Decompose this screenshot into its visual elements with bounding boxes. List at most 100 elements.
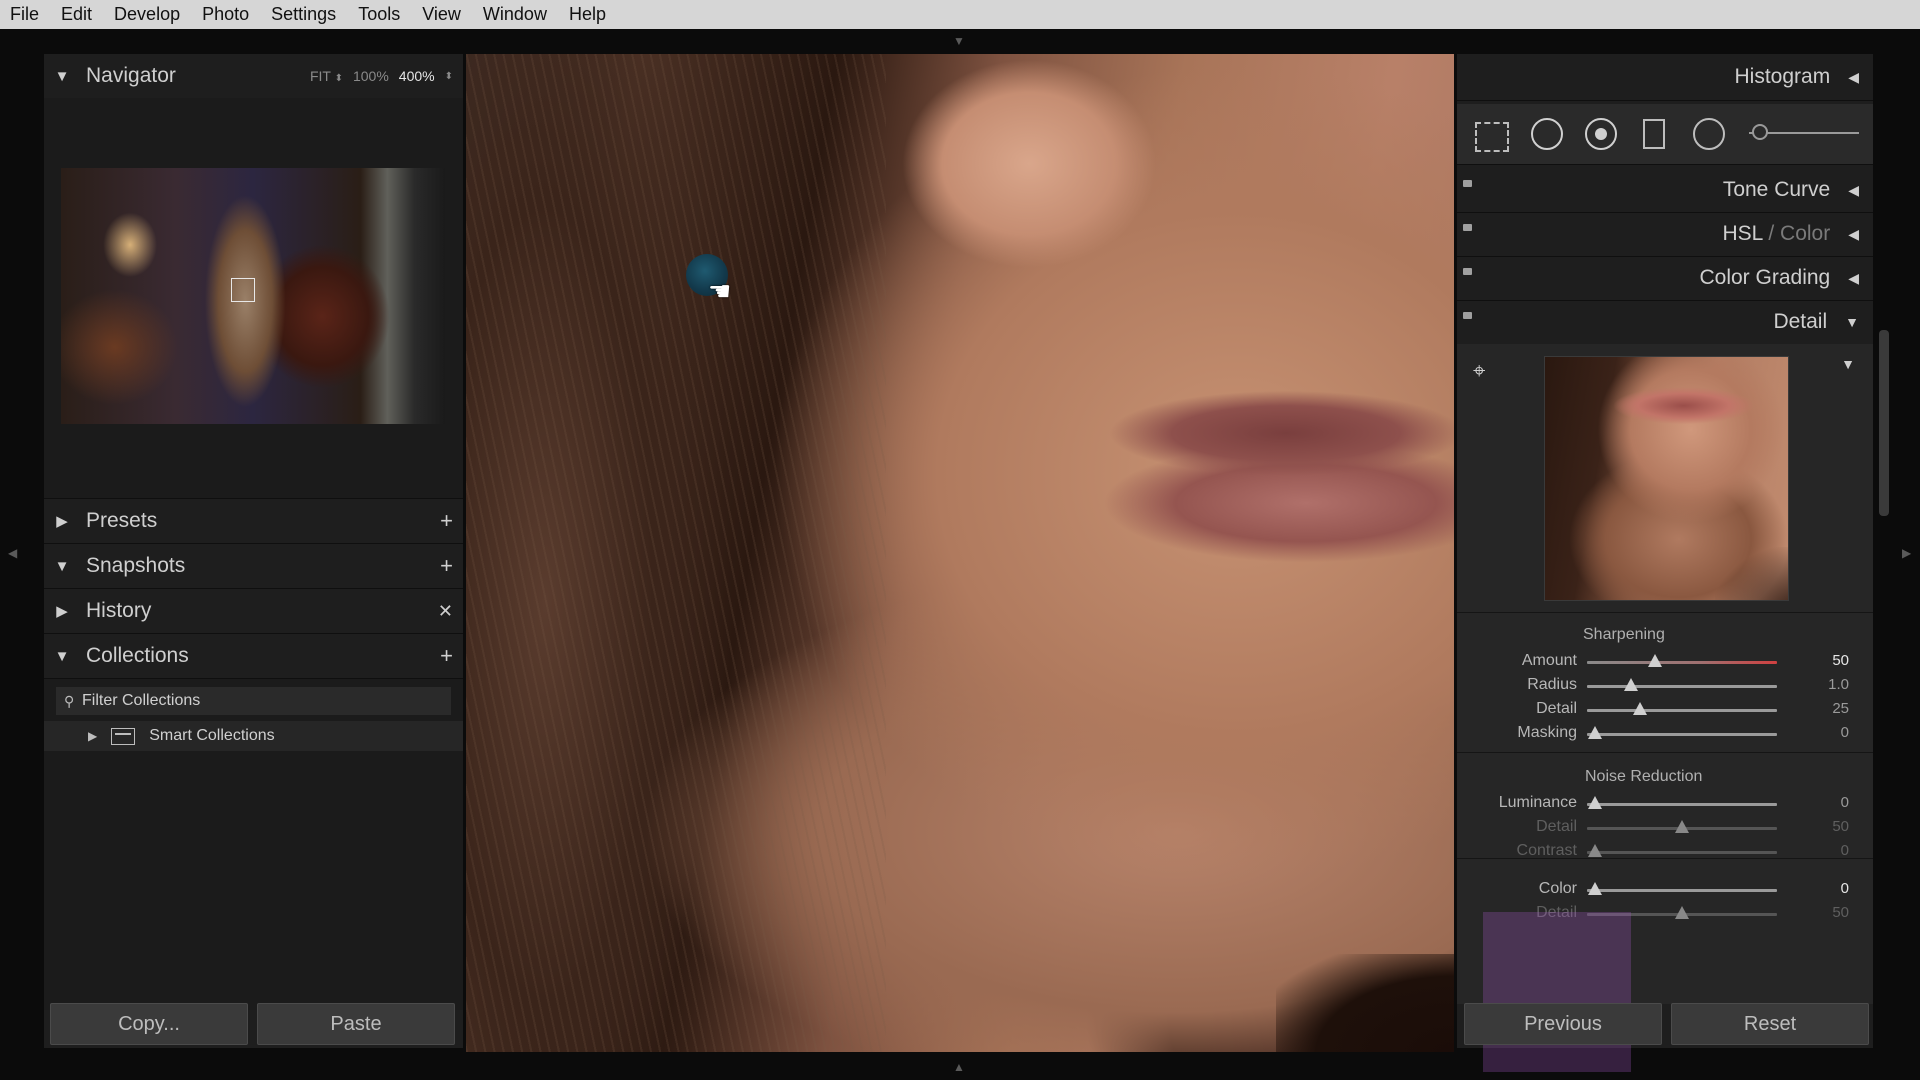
slider-value[interactable]: 0 bbox=[1841, 794, 1849, 811]
search-icon: ⚲ bbox=[64, 692, 75, 709]
previous-button[interactable]: Previous bbox=[1464, 1003, 1662, 1045]
left-panel: ▼ Navigator FIT ⬍ 100% 400% ⬍ ▶ Presets … bbox=[44, 54, 463, 1048]
main-photo-view[interactable]: ☚ bbox=[466, 54, 1454, 1052]
collapse-triangle-icon[interactable]: ▼ bbox=[54, 558, 70, 575]
expand-arrow-icon[interactable]: ▼ bbox=[1845, 314, 1859, 330]
bottom-panel-toggle-icon[interactable]: ▲ bbox=[953, 1060, 965, 1074]
menu-help[interactable]: Help bbox=[558, 0, 617, 29]
add-snapshot-icon[interactable]: + bbox=[440, 553, 453, 579]
menu-edit[interactable]: Edit bbox=[50, 0, 103, 29]
slider-knob[interactable] bbox=[1587, 796, 1602, 809]
zoom-100[interactable]: 100% bbox=[353, 68, 389, 84]
zoom-fit[interactable]: FIT ⬍ bbox=[310, 68, 343, 84]
slider-value[interactable]: 25 bbox=[1832, 700, 1849, 717]
right-panel-toggle-icon[interactable]: ▶ bbox=[1902, 546, 1911, 560]
detail-header[interactable]: Detail ▼ bbox=[1457, 300, 1873, 345]
panel-switch-icon[interactable] bbox=[1463, 224, 1472, 231]
expand-triangle-icon[interactable]: ▶ bbox=[54, 512, 70, 530]
top-panel-toggle-icon[interactable]: ▼ bbox=[953, 34, 965, 48]
detail-preview[interactable] bbox=[1544, 356, 1789, 601]
menu-develop[interactable]: Develop bbox=[103, 0, 191, 29]
hsl-color-header[interactable]: HSL / Color ◀ bbox=[1457, 212, 1873, 257]
slider-track[interactable] bbox=[1587, 889, 1777, 892]
expand-triangle-icon[interactable]: ▶ bbox=[88, 729, 97, 743]
tone-curve-header[interactable]: Tone Curve ◀ bbox=[1457, 168, 1873, 213]
right-panel-scrollbar[interactable] bbox=[1879, 330, 1889, 516]
slider-value[interactable]: 50 bbox=[1832, 818, 1849, 835]
slider-track[interactable] bbox=[1587, 803, 1777, 806]
sharpening-title: Sharpening bbox=[1583, 626, 1665, 643]
zoom-updown-icon[interactable]: ⬍ bbox=[445, 71, 453, 82]
photo-shadow-region bbox=[1276, 954, 1454, 1052]
zoom-current[interactable]: 400% bbox=[399, 68, 435, 84]
slider-track[interactable] bbox=[1587, 709, 1777, 712]
collections-header[interactable]: ▼ Collections + bbox=[44, 634, 463, 679]
history-title: History bbox=[86, 599, 152, 622]
menu-photo[interactable]: Photo bbox=[191, 0, 260, 29]
navigator-view-rect[interactable] bbox=[231, 278, 255, 302]
collapse-triangle-icon[interactable]: ▼ bbox=[54, 648, 70, 665]
slider-knob[interactable] bbox=[1587, 844, 1602, 857]
slider-knob[interactable] bbox=[1587, 726, 1602, 739]
slider-track[interactable] bbox=[1587, 733, 1777, 736]
presets-header[interactable]: ▶ Presets + bbox=[44, 499, 463, 544]
history-header[interactable]: ▶ History ✕ bbox=[44, 589, 463, 634]
collapse-arrow-icon[interactable]: ◀ bbox=[1848, 69, 1859, 86]
graduated-filter-icon[interactable] bbox=[1643, 119, 1665, 149]
filter-collections-input[interactable]: ⚲ Filter Collections bbox=[56, 687, 451, 715]
collapse-arrow-icon[interactable]: ◀ bbox=[1848, 226, 1859, 243]
slider-knob[interactable] bbox=[1647, 654, 1662, 667]
collapse-arrow-icon[interactable]: ◀ bbox=[1848, 270, 1859, 287]
brush-slider-knob[interactable] bbox=[1752, 124, 1768, 140]
slider-value[interactable]: 0 bbox=[1841, 880, 1849, 897]
collapse-arrow-icon[interactable]: ◀ bbox=[1848, 182, 1859, 199]
color-grading-header[interactable]: Color Grading ◀ bbox=[1457, 256, 1873, 301]
slider-track[interactable] bbox=[1587, 661, 1777, 664]
crop-icon[interactable] bbox=[1475, 122, 1509, 152]
slider-knob[interactable] bbox=[1587, 882, 1602, 895]
slider-value[interactable]: 50 bbox=[1832, 904, 1849, 921]
slider-track[interactable] bbox=[1587, 685, 1777, 688]
reset-button[interactable]: Reset bbox=[1671, 1003, 1869, 1045]
menu-tools[interactable]: Tools bbox=[347, 0, 411, 29]
collapse-triangle-icon[interactable]: ▼ bbox=[54, 68, 70, 85]
histogram-header[interactable]: Histogram ◀ bbox=[1457, 54, 1873, 101]
clear-history-icon[interactable]: ✕ bbox=[438, 601, 453, 622]
panel-switch-icon[interactable] bbox=[1463, 180, 1472, 187]
menu-window[interactable]: Window bbox=[472, 0, 558, 29]
panel-switch-icon[interactable] bbox=[1463, 312, 1472, 319]
panel-switch-icon[interactable] bbox=[1463, 268, 1472, 275]
detail-menu-icon[interactable]: ▼ bbox=[1841, 356, 1855, 372]
slider-value[interactable]: 0 bbox=[1841, 842, 1849, 859]
navigator-header[interactable]: ▼ Navigator FIT ⬍ 100% 400% ⬍ bbox=[44, 54, 463, 99]
snapshots-header[interactable]: ▼ Snapshots + bbox=[44, 544, 463, 589]
slider-knob[interactable] bbox=[1675, 906, 1689, 919]
menu-settings[interactable]: Settings bbox=[260, 0, 347, 29]
slider-value[interactable]: 50 bbox=[1832, 652, 1849, 669]
paste-button[interactable]: Paste bbox=[257, 1003, 455, 1045]
color-tab[interactable]: Color bbox=[1780, 222, 1830, 245]
slider-track[interactable] bbox=[1587, 851, 1777, 854]
smart-collections-item[interactable]: ▶ Smart Collections bbox=[44, 721, 463, 751]
red-eye-icon[interactable] bbox=[1585, 118, 1617, 150]
spot-removal-icon[interactable] bbox=[1531, 118, 1563, 150]
slider-knob[interactable] bbox=[1623, 678, 1638, 691]
menu-file[interactable]: File bbox=[0, 0, 50, 29]
add-preset-icon[interactable]: + bbox=[440, 508, 453, 534]
navigator-thumbnail[interactable] bbox=[61, 168, 445, 424]
expand-triangle-icon[interactable]: ▶ bbox=[54, 602, 70, 620]
slider-value[interactable]: 0 bbox=[1841, 724, 1849, 741]
slider-value[interactable]: 1.0 bbox=[1828, 676, 1849, 693]
copy-button[interactable]: Copy... bbox=[50, 1003, 248, 1045]
detail-body: ⌖ ▼ Sharpening Amount 50 Radius 1.0 Detail 25… bbox=[1457, 344, 1873, 1072]
add-collection-icon[interactable]: + bbox=[440, 643, 453, 669]
slider-knob[interactable] bbox=[1675, 820, 1689, 833]
snapshots-title: Snapshots bbox=[86, 554, 186, 577]
slider-knob[interactable] bbox=[1633, 702, 1648, 715]
menu-view[interactable]: View bbox=[411, 0, 472, 29]
radial-filter-icon[interactable] bbox=[1693, 118, 1725, 150]
left-panel-toggle-icon[interactable]: ◀ bbox=[8, 546, 17, 560]
target-adjust-icon[interactable]: ⌖ bbox=[1473, 360, 1495, 382]
hsl-tab[interactable]: HSL bbox=[1722, 222, 1762, 245]
slider-row: Detail 25 bbox=[1457, 698, 1873, 722]
